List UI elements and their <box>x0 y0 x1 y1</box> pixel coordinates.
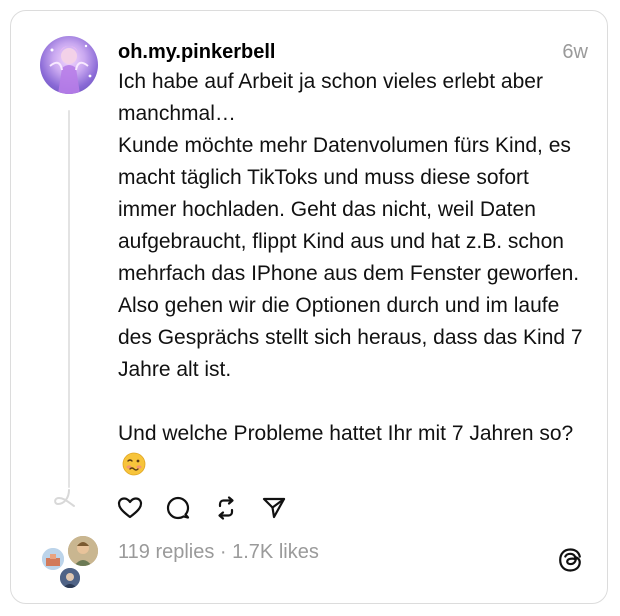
comment-icon <box>166 496 190 520</box>
reply-button[interactable] <box>164 494 192 522</box>
author-avatar[interactable] <box>40 36 98 94</box>
replier-avatar[interactable] <box>66 534 100 568</box>
thread-loop-icon <box>54 489 75 507</box>
thread-line <box>68 110 70 488</box>
post-timestamp: 6w <box>562 41 588 63</box>
replier-avatar[interactable] <box>58 566 82 590</box>
repost-button[interactable] <box>212 494 240 522</box>
like-button[interactable] <box>116 494 144 522</box>
author-username[interactable]: oh.my.pinkerbell <box>118 41 275 63</box>
post-text: Ich habe auf Arbeit ja schon vieles erle… <box>118 70 583 445</box>
woozy-face-emoji-icon <box>122 452 146 476</box>
share-button[interactable] <box>260 494 288 522</box>
repost-icon <box>218 496 234 520</box>
threads-logo-icon[interactable] <box>556 546 584 574</box>
send-icon <box>262 497 286 519</box>
heart-icon <box>117 497 143 519</box>
post-body: Ich habe auf Arbeit ja schon vieles erle… <box>118 66 588 482</box>
post-stats[interactable]: 119 replies · 1.7K likes <box>118 540 319 564</box>
